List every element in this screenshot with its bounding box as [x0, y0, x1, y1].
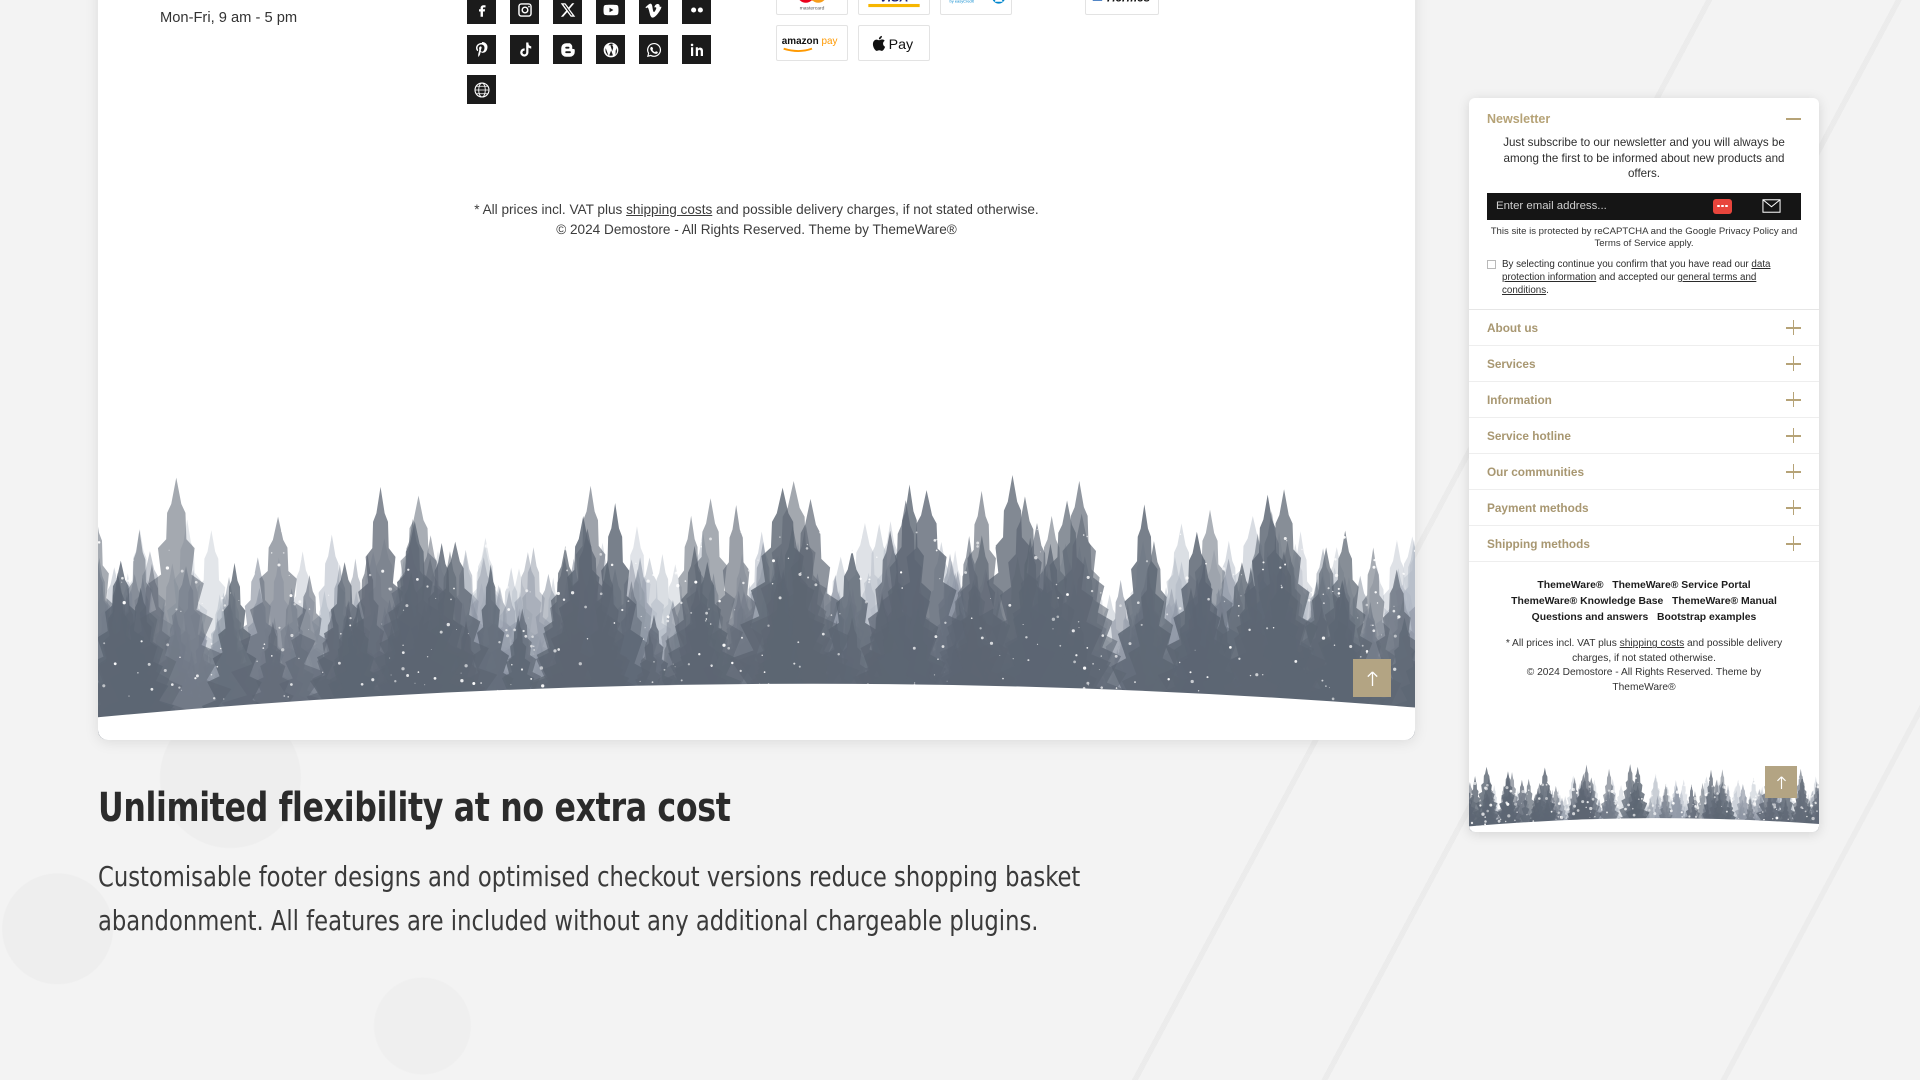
shipping-costs-link[interactable]: shipping costs — [626, 202, 712, 217]
facebook-icon[interactable] — [467, 0, 496, 24]
consent-text: By selecting continue you confirm that y… — [1502, 258, 1771, 297]
newsletter-form: Enter email address... — [1487, 192, 1801, 220]
newsletter-consent-row: By selecting continue you confirm that y… — [1487, 258, 1801, 298]
plus-icon — [1786, 428, 1801, 444]
whatsapp-icon[interactable] — [639, 35, 668, 64]
instagram-icon[interactable] — [510, 0, 539, 24]
desktop-footer-card: Bootstrap examples Imprint AGB Service h… — [98, 0, 1415, 740]
accordion-label: Shipping methods — [1487, 536, 1590, 551]
minus-icon[interactable] — [1786, 118, 1801, 120]
accordion-item-service-hotline[interactable]: Service hotline — [1469, 418, 1819, 455]
page-root: Bootstrap examples Imprint AGB Service h… — [0, 0, 1920, 1080]
accordion-label: Service hotline — [1487, 428, 1571, 443]
shipping-costs-link[interactable]: shipping costs — [1620, 638, 1685, 649]
scroll-to-top-button[interactable] — [1353, 659, 1391, 697]
flickr-icon[interactable] — [682, 0, 711, 24]
svg-text:by easyCredit: by easyCredit — [950, 0, 975, 4]
accordion-item-information[interactable]: Information — [1469, 382, 1819, 419]
accordion-item-payment-methods[interactable]: Payment methods — [1469, 490, 1819, 527]
accordion-label: Information — [1487, 392, 1552, 407]
themeware-link[interactable]: ThemeWare® Knowledge Base — [1511, 596, 1663, 607]
email-placeholder: Enter email address... — [1496, 200, 1607, 212]
plus-icon — [1786, 320, 1801, 336]
themeware-link[interactable]: ThemeWare® Manual — [1672, 596, 1777, 607]
tiktok-icon[interactable] — [510, 35, 539, 64]
promo-section: Unlimited flexibility at no extra cost C… — [98, 785, 1218, 943]
newsletter-description: Just subscribe to our newsletter and you… — [1503, 136, 1785, 180]
accordion-item-services[interactable]: Services — [1469, 346, 1819, 383]
themeware-links: ThemeWare® ThemeWare® Service Portal The… — [1469, 562, 1819, 626]
ratenkauf-easycredit-logo[interactable]: ratenkauf by easyCredit — [940, 0, 1012, 15]
recaptcha-dots-icon — [1713, 198, 1732, 214]
footer-column-payment-methods: Payment methods Pay Pal — [776, 0, 1036, 61]
themeware-link[interactable]: Bootstrap examples — [1657, 612, 1756, 623]
mastercard-logo[interactable]: mastercard — [776, 0, 848, 15]
legal-line-2: © 2024 Demostore - All Rights Reserved. … — [556, 222, 957, 237]
envelope-icon — [1762, 199, 1781, 213]
svg-text:pay: pay — [821, 36, 837, 47]
forest-illustration — [98, 415, 1415, 740]
svg-text:amazon: amazon — [782, 36, 819, 47]
legal-line-1: * All prices incl. VAT plus shipping cos… — [474, 202, 1039, 217]
svg-text:Hermes: Hermes — [1107, 0, 1151, 5]
accordion-label: Services — [1487, 356, 1536, 371]
payment-logo-grid: Pay Pal Sofort. — [776, 0, 1036, 61]
footer-column-our-communities: Our communities You will no longer miss … — [467, 0, 747, 104]
plus-icon — [1786, 356, 1801, 372]
accordion-item-shipping-methods[interactable]: Shipping methods — [1469, 526, 1819, 563]
apple-pay-logo[interactable]: Pay — [858, 25, 930, 61]
plus-icon — [1786, 536, 1801, 552]
website-www-icon[interactable] — [467, 75, 496, 104]
mobile-snowy-forest-image — [1469, 752, 1819, 832]
themeware-link[interactable]: ThemeWare® Service Portal — [1612, 580, 1750, 591]
svg-text:VISA: VISA — [880, 0, 909, 5]
newsletter-title: Newsletter — [1487, 112, 1551, 126]
themeware-link[interactable]: Questions and answers — [1532, 612, 1649, 623]
promo-heading: Unlimited flexibility at no extra cost — [98, 785, 731, 831]
mobile-scroll-to-top-button[interactable] — [1765, 766, 1797, 798]
recaptcha-notice: This site is protected by reCAPTCHA and … — [1490, 225, 1798, 250]
footer-column-service-hotline: Service hotline Support and counselling … — [160, 0, 440, 26]
hotline-hours: Mon-Fri, 9 am - 5 pm — [160, 10, 298, 26]
mobile-copyright: © 2024 Demostore - All Rights Reserved. … — [1526, 667, 1762, 693]
arrow-up-icon — [1776, 775, 1786, 789]
svg-text:Pay: Pay — [889, 37, 914, 53]
newsletter-header[interactable]: Newsletter — [1487, 112, 1801, 126]
promo-body: Customisable footer designs and optimise… — [98, 860, 1081, 937]
pinterest-icon[interactable] — [467, 35, 496, 64]
x-twitter-icon[interactable] — [553, 0, 582, 24]
amazon-pay-logo[interactable]: amazon pay — [776, 25, 848, 61]
mobile-legal-text: * All prices incl. VAT plus shipping cos… — [1469, 626, 1819, 695]
svg-text:mastercard: mastercard — [800, 5, 825, 11]
newsletter-email-input[interactable]: Enter email address... — [1487, 192, 1741, 220]
accordion-label: Our communities — [1487, 464, 1585, 479]
mobile-accordion: About us Services Information Service ho… — [1469, 309, 1819, 563]
consent-checkbox[interactable] — [1487, 259, 1496, 269]
blogger-icon[interactable] — [553, 35, 582, 64]
accordion-label: About us — [1487, 320, 1539, 335]
shipping-logo-grid: DHL dpd — [1085, 0, 1355, 15]
plus-icon — [1786, 500, 1801, 516]
accordion-item-about-us[interactable]: About us — [1469, 310, 1819, 347]
linkedin-icon[interactable] — [682, 35, 711, 64]
accordion-label: Payment methods — [1487, 500, 1589, 515]
newsletter-submit-button[interactable] — [1741, 192, 1801, 220]
snowy-forest-image — [98, 415, 1415, 740]
youtube-icon[interactable] — [596, 0, 625, 24]
footer-legal-text: * All prices incl. VAT plus shipping cos… — [98, 200, 1415, 240]
arrow-up-icon — [1366, 670, 1378, 686]
plus-icon — [1786, 392, 1801, 408]
accordion-item-our-communities[interactable]: Our communities — [1469, 454, 1819, 491]
themeware-link[interactable]: ThemeWare® — [1537, 580, 1603, 591]
wordpress-icon[interactable] — [596, 35, 625, 64]
plus-icon — [1786, 464, 1801, 480]
mobile-footer-preview-card: Newsletter Just subscribe to our newslet… — [1469, 98, 1819, 832]
footer-column-shipping-methods: Shipping methods DHL — [1085, 0, 1355, 15]
social-icon-grid — [467, 0, 717, 104]
vimeo-icon[interactable] — [639, 0, 668, 24]
hermes-logo[interactable]: Hermes — [1085, 0, 1159, 15]
visa-logo[interactable]: VISA — [858, 0, 930, 15]
